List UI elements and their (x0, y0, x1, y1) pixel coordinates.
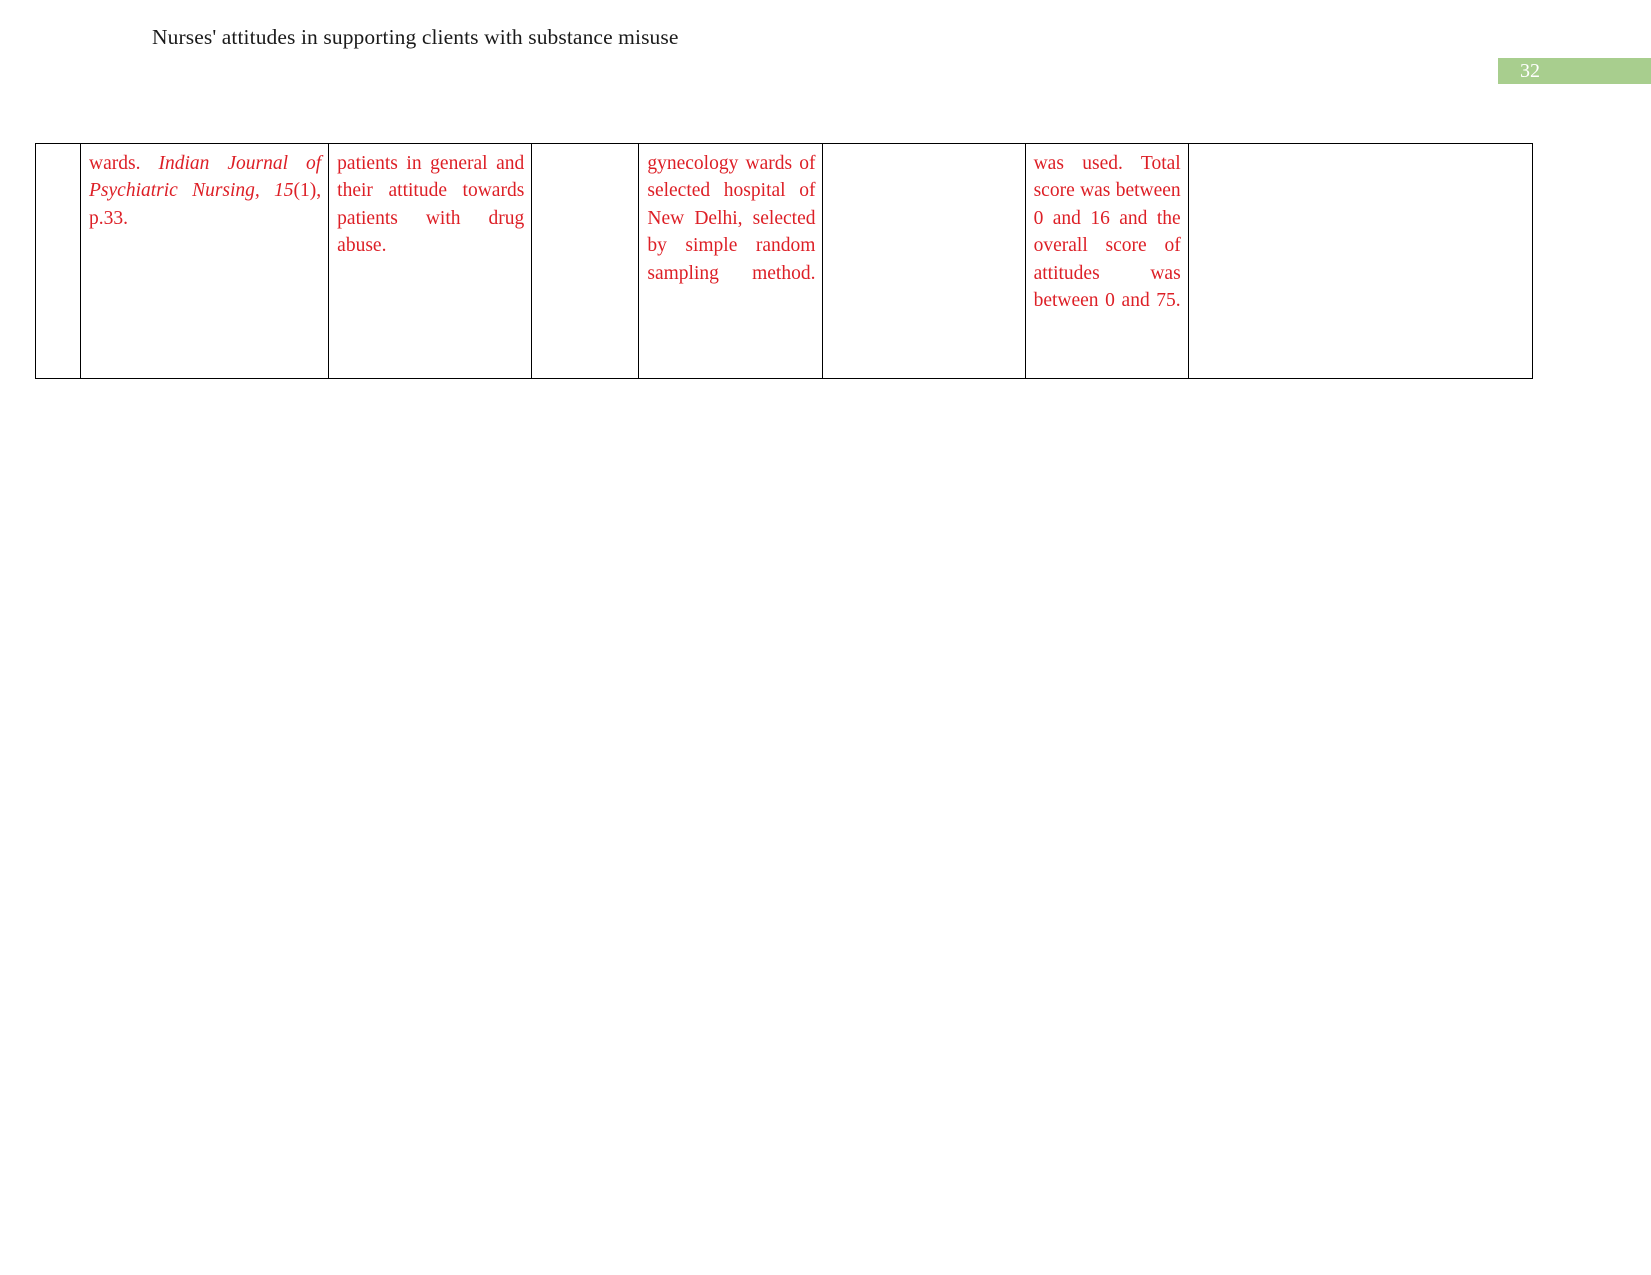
sample-text: gynecology wards of selected hospital of… (647, 153, 816, 284)
page-number: 32 (1520, 60, 1540, 82)
table-cell-tool: was used. Total score was between 0 and … (1024, 143, 1189, 379)
page-number-band: 32 (1498, 58, 1651, 84)
page-running-header: Nurses' attitudes in supporting clients … (152, 25, 679, 49)
table-cell-aim: patients in general and their attitude t… (328, 143, 533, 379)
table-cell-design (531, 143, 640, 379)
literature-review-table: wards. Indian Journal of Psychiatric Nur… (34, 143, 1534, 379)
table-cell-sample: gynecology wards of selected hospital of… (638, 143, 824, 379)
table-row: wards. Indian Journal of Psychiatric Nur… (34, 143, 1534, 379)
tool-text: was used. Total score was between 0 and … (1033, 153, 1181, 312)
table-cell-reference: wards. Indian Journal of Psychiatric Nur… (80, 143, 330, 379)
aim-text: patients in general and their attitude t… (337, 153, 525, 257)
table-cell-findings (1187, 143, 1534, 379)
table-cell-number (34, 143, 82, 379)
reference-prefix: wards. (89, 153, 159, 174)
table-cell-analysis (822, 143, 1026, 379)
reference-text: wards. Indian Journal of Psychiatric Nur… (89, 150, 321, 260)
